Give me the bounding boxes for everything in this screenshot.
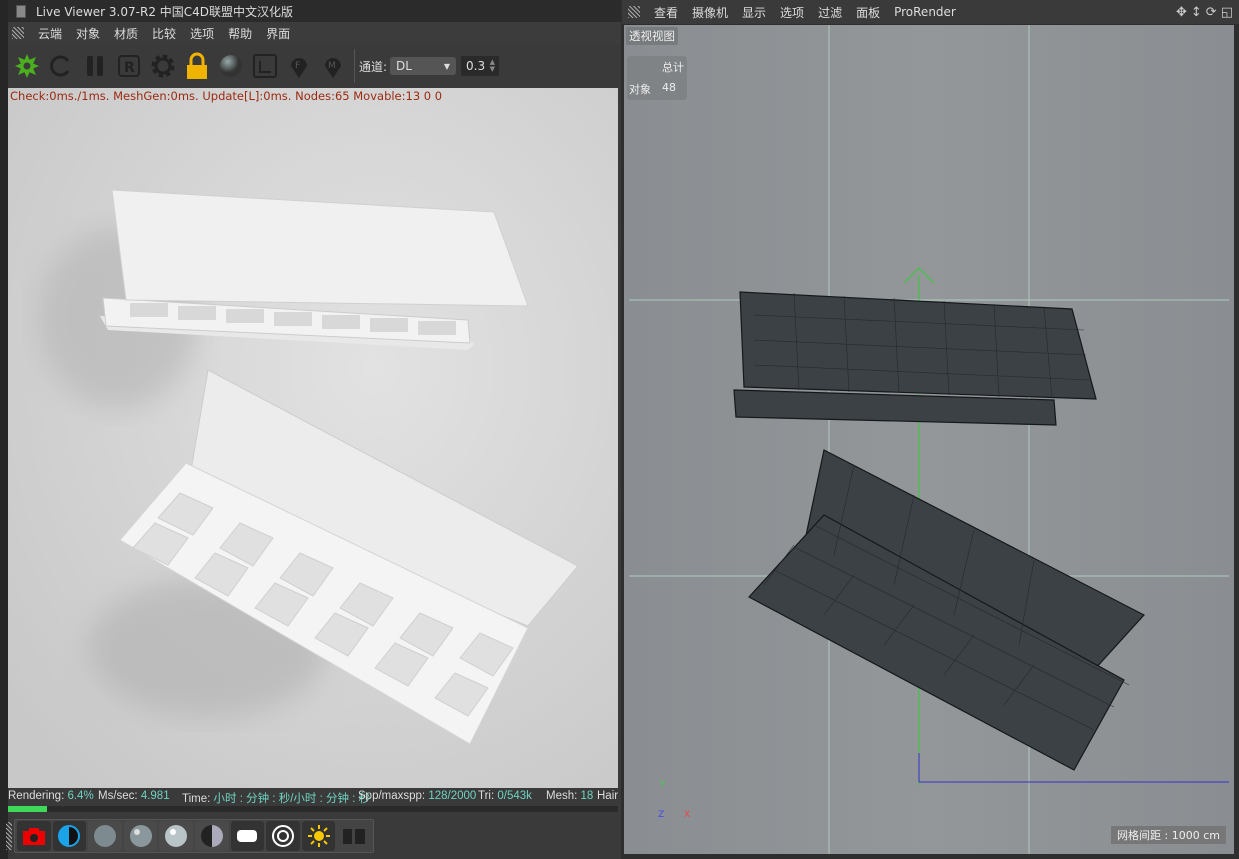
menu-material[interactable]: 材质 — [114, 25, 138, 42]
grip-icon[interactable] — [628, 6, 640, 18]
menu-prorender[interactable]: ProRender — [894, 5, 956, 19]
material-toolbar — [14, 819, 374, 853]
hud-row-value: 48 — [662, 81, 676, 94]
maximize-view-icon[interactable]: ◱ — [1221, 5, 1233, 20]
channel-label: 通道: — [359, 59, 388, 74]
pin-f-icon[interactable]: F — [282, 49, 316, 83]
region-icon[interactable] — [248, 49, 282, 83]
svg-text:R: R — [124, 60, 135, 76]
rotate-view-icon[interactable]: ⟳ — [1206, 5, 1217, 20]
pin-m-icon[interactable]: M — [316, 49, 350, 83]
channel-value: DL — [396, 59, 412, 73]
object-count-hud: 总计 对象 48 — [627, 56, 687, 100]
render-image — [38, 189, 579, 745]
gear-icon[interactable] — [146, 49, 180, 83]
status-time: Time: 小时 : 分钟 : 秒/小时 : 分钟 : 秒 — [182, 793, 371, 805]
menu-object[interactable]: 对象 — [76, 25, 100, 42]
zoom-view-icon[interactable]: ↕ — [1191, 5, 1202, 20]
menu-options[interactable]: 选项 — [780, 4, 804, 21]
axis-z-label: Z — [658, 810, 665, 820]
sun-icon[interactable] — [301, 821, 336, 851]
status-spp: Spp/maxspp: 128/2000 — [358, 790, 477, 802]
perspective-viewport[interactable]: 透视视图 Y X Z 网格间距 : 1000 cm — [624, 25, 1234, 854]
status-hair: Hair — [597, 790, 619, 802]
status-ms-sec: Ms/sec: 4.981 — [98, 790, 170, 802]
divider — [354, 49, 355, 83]
menu-filter[interactable]: 过滤 — [818, 4, 842, 21]
menu-camera[interactable]: 摄像机 — [692, 4, 728, 21]
status-bar: Rendering: 6.4% Ms/sec: 4.981 Time: 小时 :… — [0, 789, 621, 805]
mix-material-icon[interactable] — [194, 821, 229, 851]
menu-panel[interactable]: 面板 — [856, 4, 880, 21]
viewport-menu-bar: 查看 摄像机 显示 选项 过滤 面板 ProRender ✥ ↕ ⟳ ◱ — [622, 0, 1239, 24]
menu-cloud[interactable]: 云端 — [38, 25, 62, 42]
view-label[interactable]: 透视视图 — [626, 27, 678, 45]
status-mesh: Mesh: 18 — [546, 790, 594, 802]
chevron-down-icon: ▼ — [443, 61, 451, 71]
menu-options[interactable]: 选项 — [190, 25, 214, 42]
viewport-scene — [629, 25, 1229, 854]
status-rendering: Rendering: 6.4% — [8, 790, 94, 802]
menu-display[interactable]: 显示 — [742, 4, 766, 21]
pause-icon[interactable] — [78, 49, 112, 83]
menu-interface[interactable]: 界面 — [266, 25, 290, 42]
sphere-icon[interactable] — [214, 49, 248, 83]
value-stepper[interactable]: 0.3 ▲ ▼ — [461, 56, 500, 76]
contrast-icon[interactable] — [52, 821, 87, 851]
move-view-icon[interactable]: ✥ — [1176, 5, 1187, 20]
menu-view[interactable]: 查看 — [654, 4, 678, 21]
axis-y-label: Y — [660, 780, 666, 790]
stepper-arrows-icon[interactable]: ▲ ▼ — [490, 59, 495, 73]
status-tri: Tri: 0/543k — [478, 790, 532, 802]
diffuse-material-icon[interactable] — [88, 821, 122, 851]
window-icon — [16, 4, 26, 18]
layout-icon[interactable] — [337, 821, 371, 851]
grip-icon[interactable] — [6, 822, 12, 850]
hud-row-label: 对象 — [629, 83, 651, 96]
axis-x-label: X — [684, 810, 691, 820]
grip-icon[interactable] — [12, 27, 24, 39]
hud-header: 总计 — [662, 61, 684, 74]
svg-text:M: M — [328, 61, 336, 71]
lock-icon[interactable] — [180, 49, 214, 83]
render-progress-bar — [8, 806, 618, 812]
grid-spacing-label: 网格间距 : 1000 cm — [1111, 826, 1226, 844]
target-icon[interactable] — [266, 821, 300, 851]
specular-material-icon[interactable] — [159, 821, 193, 851]
left-edge-strip — [0, 0, 8, 859]
stats-line: Check:0ms./1ms. MeshGen:0ms. Update[L]:0… — [10, 89, 443, 103]
progress-fill — [8, 806, 48, 812]
toolbar: R F M 通道: DL ▼ 0.3 ▲ ▼ — [8, 45, 621, 87]
r-icon[interactable]: R — [112, 49, 146, 83]
glossy-material-icon[interactable] — [123, 821, 158, 851]
menu-bar: 云端 对象 材质 比较 选项 帮助 界面 — [8, 22, 621, 44]
refresh-icon[interactable] — [44, 49, 78, 83]
menu-compare[interactable]: 比较 — [152, 25, 176, 42]
title-bar: Live Viewer 3.07-R2 中国C4D联盟中文汉化版 — [8, 0, 621, 22]
svg-text:F: F — [295, 61, 300, 71]
render-view[interactable] — [8, 88, 618, 788]
stepper-value: 0.3 — [466, 59, 486, 73]
channel-select[interactable]: DL ▼ — [390, 57, 457, 75]
camera-icon[interactable] — [17, 821, 51, 851]
emission-icon[interactable] — [230, 821, 265, 851]
octane-logo-icon[interactable] — [10, 49, 44, 83]
window-title: Live Viewer 3.07-R2 中国C4D联盟中文汉化版 — [36, 4, 294, 19]
menu-help[interactable]: 帮助 — [228, 25, 252, 42]
